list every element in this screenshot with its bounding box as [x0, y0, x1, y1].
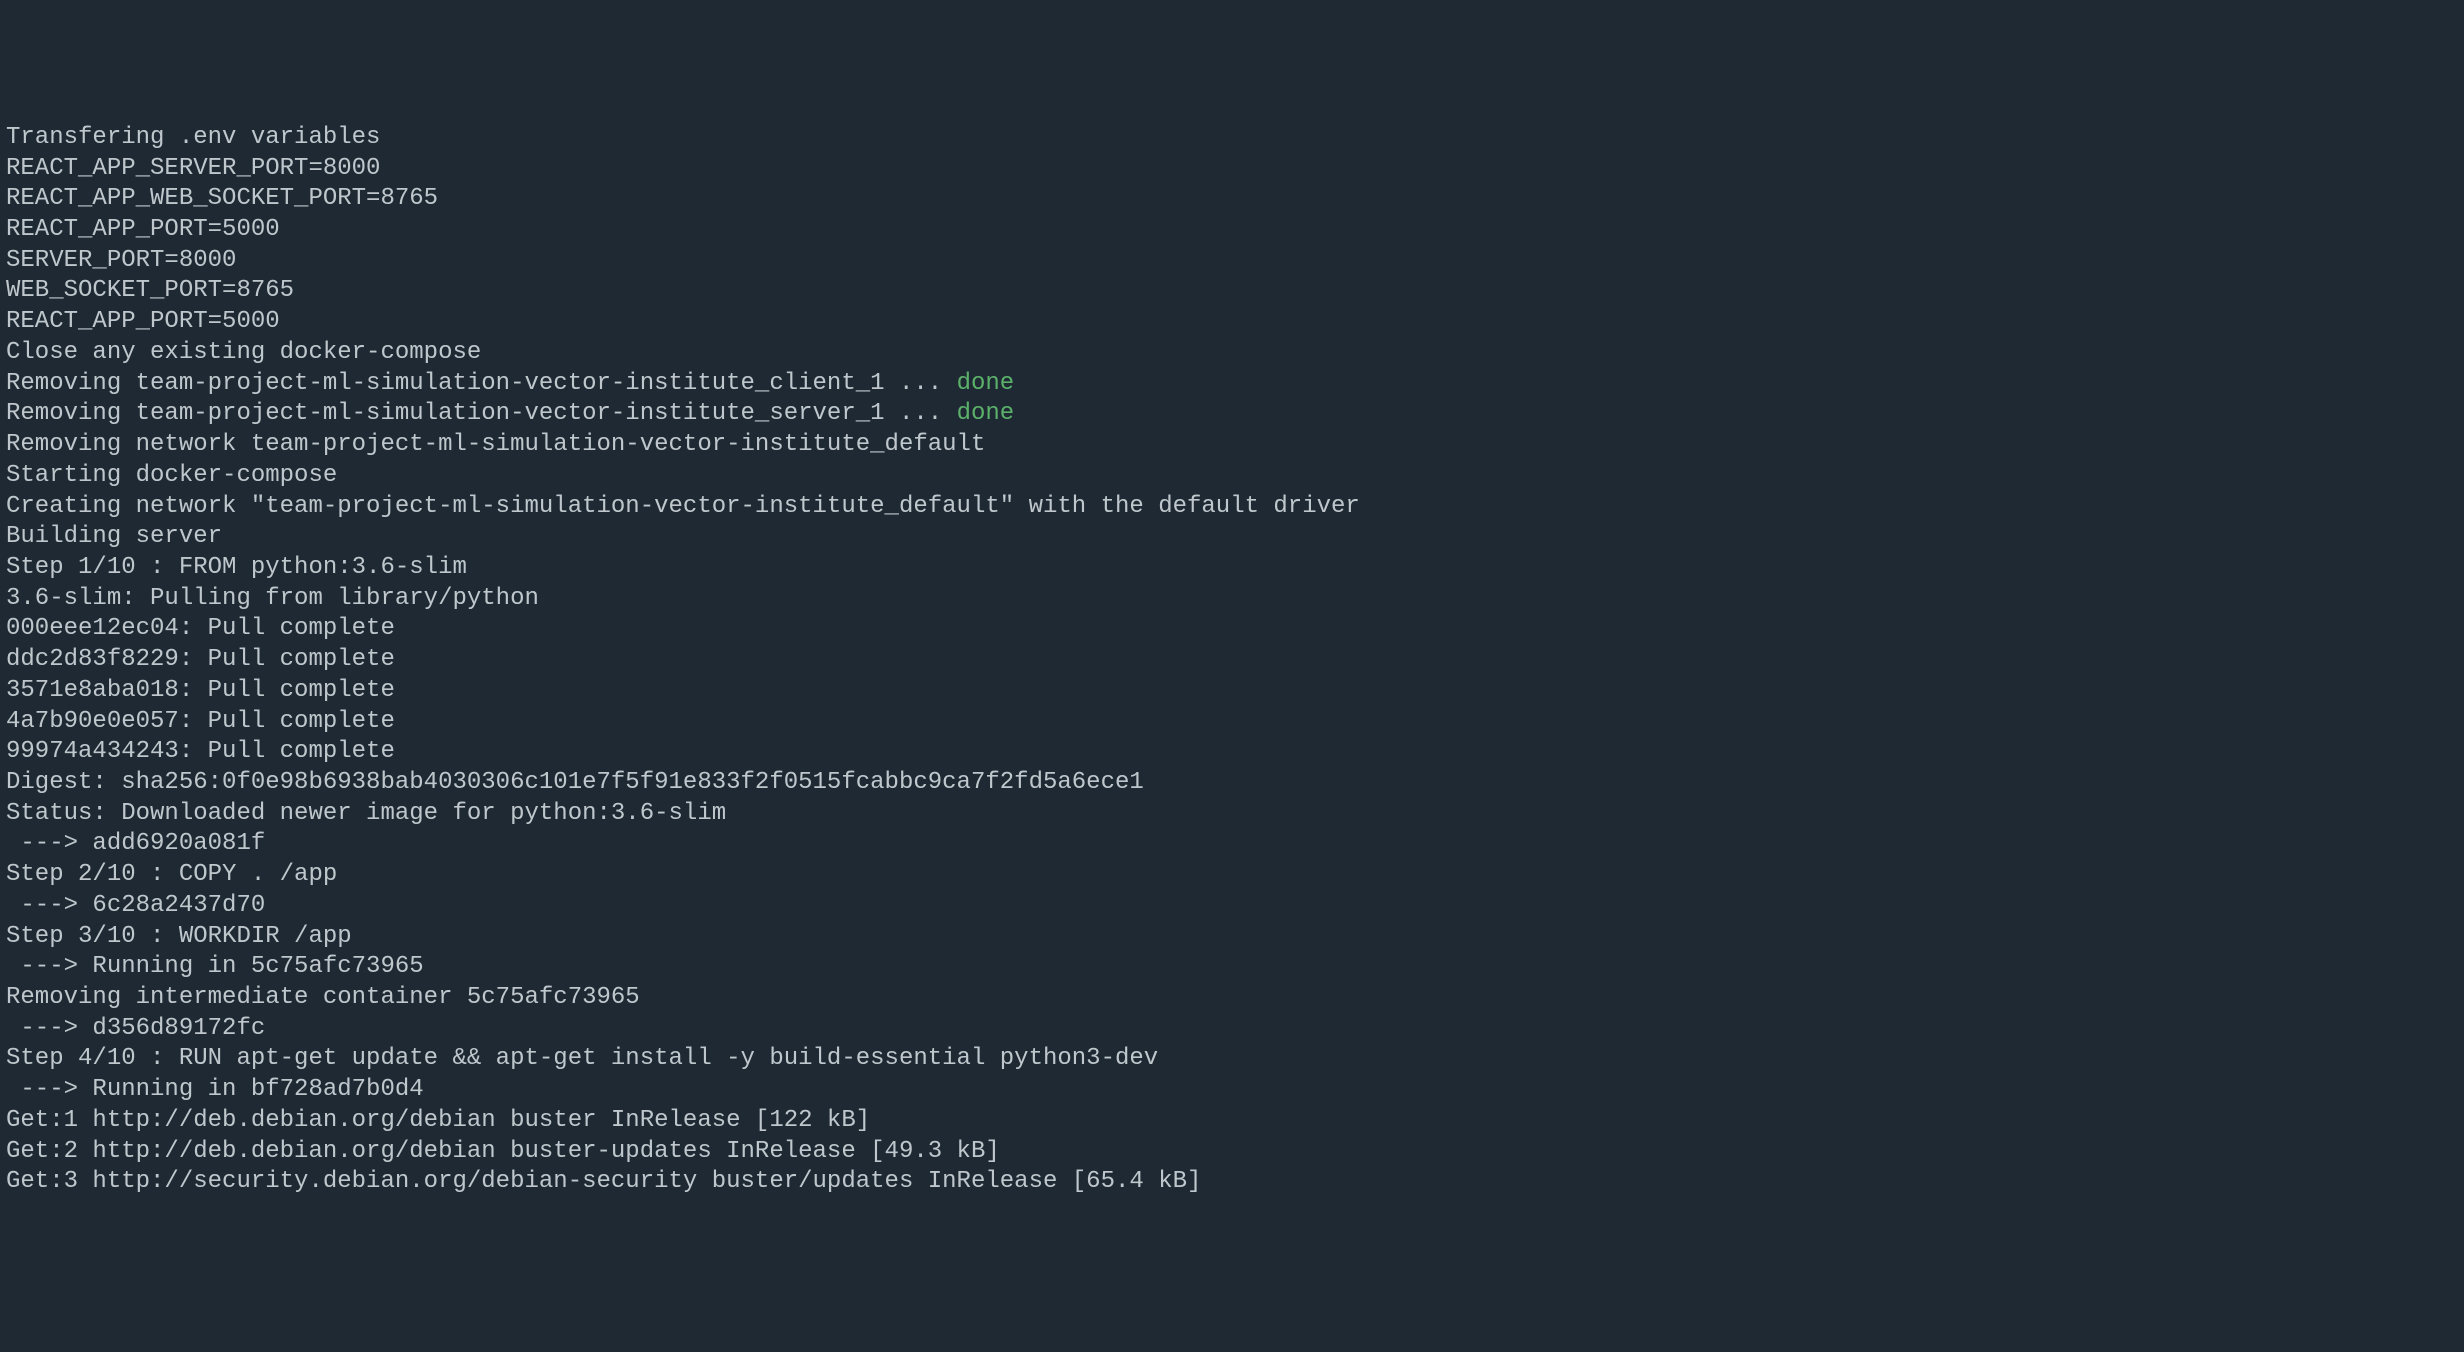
- terminal-line: Removing network team-project-ml-simulat…: [6, 430, 2458, 461]
- terminal-line: Get:2 http://deb.debian.org/debian buste…: [6, 1137, 2458, 1168]
- terminal-line: Get:1 http://deb.debian.org/debian buste…: [6, 1106, 2458, 1137]
- terminal-line: Close any existing docker-compose: [6, 338, 2458, 369]
- terminal-line: Step 3/10 : WORKDIR /app: [6, 922, 2458, 953]
- terminal-line: REACT_APP_PORT=5000: [6, 307, 2458, 338]
- terminal-line: Step 4/10 : RUN apt-get update && apt-ge…: [6, 1044, 2458, 1075]
- terminal-output[interactable]: Transfering .env variablesREACT_APP_SERV…: [6, 123, 2458, 1198]
- terminal-line-prefix: Removing team-project-ml-simulation-vect…: [6, 370, 957, 397]
- terminal-line: Removing intermediate container 5c75afc7…: [6, 983, 2458, 1014]
- terminal-line: ddc2d83f8229: Pull complete: [6, 645, 2458, 676]
- terminal-line: Step 2/10 : COPY . /app: [6, 860, 2458, 891]
- terminal-line: Step 1/10 : FROM python:3.6-slim: [6, 553, 2458, 584]
- terminal-line: ---> Running in bf728ad7b0d4: [6, 1075, 2458, 1106]
- terminal-line: Starting docker-compose: [6, 461, 2458, 492]
- terminal-line-prefix: Removing team-project-ml-simulation-vect…: [6, 400, 957, 427]
- terminal-line: Removing team-project-ml-simulation-vect…: [6, 399, 2458, 430]
- terminal-line: WEB_SOCKET_PORT=8765: [6, 276, 2458, 307]
- terminal-line: REACT_APP_SERVER_PORT=8000: [6, 154, 2458, 185]
- terminal-line: Digest: sha256:0f0e98b6938bab4030306c101…: [6, 768, 2458, 799]
- terminal-line: 000eee12ec04: Pull complete: [6, 614, 2458, 645]
- terminal-line: Building server: [6, 522, 2458, 553]
- status-done: done: [957, 370, 1015, 397]
- terminal-line: 3.6-slim: Pulling from library/python: [6, 584, 2458, 615]
- terminal-line: Removing team-project-ml-simulation-vect…: [6, 369, 2458, 400]
- terminal-line: ---> add6920a081f: [6, 829, 2458, 860]
- terminal-line: 99974a434243: Pull complete: [6, 737, 2458, 768]
- terminal-line: SERVER_PORT=8000: [6, 246, 2458, 277]
- terminal-line: Transfering .env variables: [6, 123, 2458, 154]
- status-done: done: [957, 400, 1015, 427]
- terminal-line: REACT_APP_PORT=5000: [6, 215, 2458, 246]
- terminal-line: ---> Running in 5c75afc73965: [6, 952, 2458, 983]
- terminal-line: Get:3 http://security.debian.org/debian-…: [6, 1167, 2458, 1198]
- terminal-line: ---> 6c28a2437d70: [6, 891, 2458, 922]
- terminal-line: REACT_APP_WEB_SOCKET_PORT=8765: [6, 184, 2458, 215]
- terminal-line: ---> d356d89172fc: [6, 1014, 2458, 1045]
- terminal-line: 4a7b90e0e057: Pull complete: [6, 707, 2458, 738]
- terminal-line: Status: Downloaded newer image for pytho…: [6, 799, 2458, 830]
- terminal-line: 3571e8aba018: Pull complete: [6, 676, 2458, 707]
- terminal-line: Creating network "team-project-ml-simula…: [6, 492, 2458, 523]
